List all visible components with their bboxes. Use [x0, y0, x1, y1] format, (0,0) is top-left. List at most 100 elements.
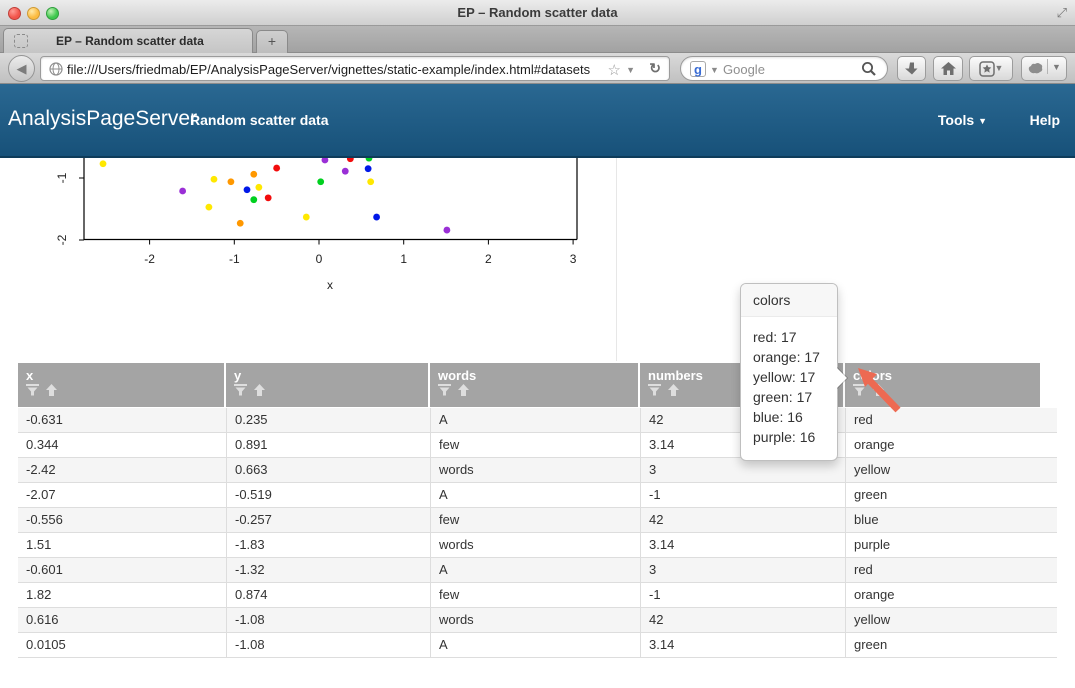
table-row: -2.07-0.519A-1green — [18, 483, 1057, 508]
home-button[interactable] — [933, 56, 963, 81]
scatter-point-red — [265, 194, 272, 201]
popover-line: yellow: 17 — [753, 367, 825, 387]
filter-icon[interactable] — [438, 384, 451, 396]
tools-menu[interactable]: Tools ▼ — [938, 112, 987, 128]
sort-icon[interactable] — [668, 384, 679, 396]
table-row: 1.51-1.83words3.14purple — [18, 533, 1057, 558]
svg-text:2: 2 — [485, 252, 492, 266]
table-cell-words: few — [430, 583, 640, 608]
url-bar[interactable]: file:///Users/friedmab/EP/AnalysisPageSe… — [40, 56, 670, 81]
table-cell-colors: purple — [845, 533, 1057, 558]
table-cell-colors: orange — [845, 583, 1057, 608]
scatter-point-red — [273, 165, 280, 172]
brand-title[interactable]: AnalysisPageServer — [8, 107, 197, 131]
browser-window: EP – Random scatter data ⤢ EP – Random s… — [0, 0, 1075, 688]
table-cell-y: -0.257 — [226, 508, 430, 533]
table-cell-colors: yellow — [845, 458, 1057, 483]
table-cell-y: 0.874 — [226, 583, 430, 608]
popover-line: blue: 16 — [753, 407, 825, 427]
table-cell-x: 1.82 — [18, 583, 226, 608]
table-cell-x: 0.0105 — [18, 633, 226, 658]
url-dropdown-icon[interactable]: ▼ — [626, 65, 635, 75]
search-box[interactable]: g ▼ Google — [680, 56, 888, 81]
sort-icon[interactable] — [254, 384, 265, 396]
svg-text:-1: -1 — [55, 172, 69, 183]
sort-icon[interactable] — [458, 384, 469, 396]
filter-icon[interactable] — [26, 384, 39, 396]
table-cell-numbers: 42 — [640, 608, 845, 633]
svg-text:1: 1 — [400, 252, 407, 266]
table-cell-words: A — [430, 633, 640, 658]
addon-button[interactable]: ▼ — [1021, 56, 1067, 81]
table-cell-words: A — [430, 408, 640, 433]
popover-line: green: 17 — [753, 387, 825, 407]
search-placeholder[interactable]: Google — [723, 62, 765, 77]
table-cell-numbers: 3 — [640, 458, 845, 483]
table-cell-numbers: 3 — [640, 558, 845, 583]
bookmark-star-icon[interactable]: ☆ — [608, 61, 621, 79]
scatter-point-yellow — [205, 204, 212, 211]
fullscreen-icon[interactable]: ⤢ — [1057, 5, 1067, 21]
scatter-point-yellow — [367, 178, 374, 185]
bookmarks-dropdown-icon[interactable]: ▼ — [995, 63, 1004, 73]
table-cell-x: -2.07 — [18, 483, 226, 508]
scatter-point-blue — [365, 165, 372, 172]
google-engine-icon[interactable]: g — [690, 61, 706, 77]
svg-text:0: 0 — [316, 252, 323, 266]
table-row: 0.0105-1.08A3.14green — [18, 633, 1057, 658]
engine-dropdown-icon[interactable]: ▼ — [710, 65, 719, 75]
search-icon[interactable] — [861, 61, 877, 82]
chevron-down-icon: ▼ — [978, 116, 987, 126]
table-cell-colors: red — [845, 558, 1057, 583]
table-cell-words: words — [430, 608, 640, 633]
column-header-x[interactable]: x — [18, 363, 224, 407]
sort-icon[interactable] — [46, 384, 57, 396]
table-row: 0.616-1.08words42yellow — [18, 608, 1057, 633]
table-cell-y: -1.08 — [226, 633, 430, 658]
nav-item-page[interactable]: Random scatter data — [190, 112, 328, 128]
scatter-point-purple — [179, 188, 186, 195]
filter-icon[interactable] — [234, 384, 247, 396]
table-row: 0.3440.891few3.14orange — [18, 433, 1057, 458]
url-text[interactable]: file:///Users/friedmab/EP/AnalysisPageSe… — [67, 62, 622, 77]
column-label: words — [438, 368, 638, 383]
scatter-point-red — [347, 158, 354, 162]
table-cell-x: -0.556 — [18, 508, 226, 533]
column-header-y[interactable]: y — [226, 363, 428, 407]
table-cell-y: -0.519 — [226, 483, 430, 508]
downloads-button[interactable] — [897, 56, 926, 81]
table-cell-words: words — [430, 533, 640, 558]
app-navbar: AnalysisPageServer Random scatter data T… — [0, 84, 1075, 158]
panel-divider — [616, 158, 617, 361]
reload-icon[interactable]: ↻ — [649, 60, 661, 77]
table-cell-words: A — [430, 558, 640, 583]
table-cell-colors: blue — [845, 508, 1057, 533]
column-label: y — [234, 368, 428, 383]
back-button[interactable]: ◀ — [8, 55, 35, 82]
bookmarks-button[interactable]: ▼ — [969, 56, 1013, 81]
table-cell-words: words — [430, 458, 640, 483]
scatter-point-green — [250, 196, 257, 203]
scatter-point-orange — [237, 220, 244, 227]
table-cell-x: -0.631 — [18, 408, 226, 433]
download-icon — [905, 62, 918, 76]
help-link[interactable]: Help — [1030, 112, 1060, 128]
new-tab-button[interactable]: + — [256, 30, 288, 53]
table-cell-y: -1.32 — [226, 558, 430, 583]
addon-dropdown-icon[interactable]: ▼ — [1052, 62, 1061, 72]
table-cell-y: -1.83 — [226, 533, 430, 558]
table-cell-numbers: -1 — [640, 583, 845, 608]
table-cell-numbers: 3.14 — [640, 633, 845, 658]
table-cell-colors: orange — [845, 433, 1057, 458]
scatter-point-yellow — [100, 160, 107, 167]
filter-icon[interactable] — [648, 384, 661, 396]
tab-strip: EP – Random scatter data + — [0, 26, 1075, 53]
scatter-point-yellow — [255, 184, 262, 191]
table-cell-numbers: 42 — [640, 508, 845, 533]
addon-icon — [1027, 62, 1043, 75]
table-cell-colors: green — [845, 633, 1057, 658]
column-header-words[interactable]: words — [430, 363, 638, 407]
site-globe-icon — [49, 62, 63, 81]
browser-tab[interactable]: EP – Random scatter data — [3, 28, 253, 53]
table-row: -0.556-0.257few42blue — [18, 508, 1057, 533]
